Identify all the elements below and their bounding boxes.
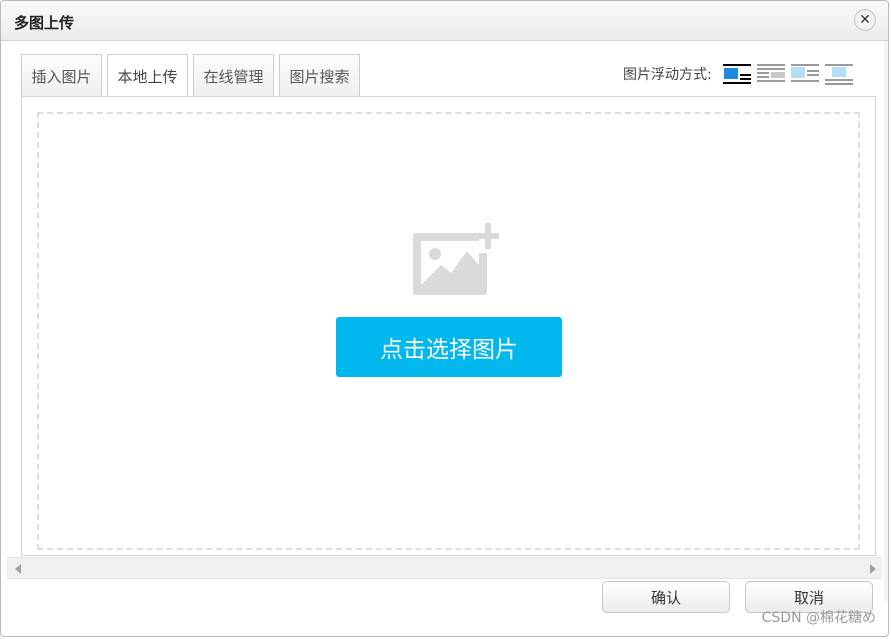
tab-online-manage[interactable]: 在线管理 bbox=[193, 54, 274, 97]
choose-images-label: 点击选择图片 bbox=[380, 337, 518, 363]
scroll-left-arrow-icon[interactable] bbox=[15, 564, 21, 574]
close-button[interactable]: ✕ bbox=[854, 9, 876, 31]
tab-label: 本地上传 bbox=[117, 68, 178, 86]
horizontal-scrollbar[interactable] bbox=[7, 557, 882, 579]
dialog-title: 多图上传 bbox=[14, 14, 75, 32]
upload-dropzone[interactable]: 点击选择图片 bbox=[37, 112, 860, 550]
vertical-scrollbar[interactable] bbox=[884, 41, 888, 601]
tab-label: 插入图片 bbox=[31, 67, 92, 86]
confirm-button[interactable]: 确认 bbox=[602, 581, 730, 613]
tab-label: 图片搜索 bbox=[289, 67, 350, 86]
scroll-right-arrow-icon[interactable] bbox=[870, 564, 876, 574]
confirm-label: 确认 bbox=[650, 588, 681, 607]
image-plus-icon bbox=[413, 221, 499, 295]
float-center-icon[interactable] bbox=[824, 63, 853, 85]
close-icon: ✕ bbox=[859, 12, 871, 28]
tab-label: 在线管理 bbox=[203, 67, 264, 86]
image-float-options: 图片浮动方式: bbox=[623, 63, 859, 85]
tab-image-search[interactable]: 图片搜索 bbox=[279, 54, 360, 97]
float-label: 图片浮动方式: bbox=[623, 67, 712, 83]
local-upload-panel: 点击选择图片 bbox=[21, 96, 876, 556]
float-left-icon[interactable] bbox=[756, 63, 785, 85]
dialog-titlebar[interactable]: 多图上传 ✕ bbox=[1, 1, 888, 41]
float-right-icon[interactable] bbox=[790, 63, 819, 85]
upload-dialog: 多图上传 ✕ 插入图片 本地上传 在线管理 图片搜索 图片浮动方式: 点击选择图… bbox=[0, 0, 889, 637]
choose-images-button[interactable]: 点击选择图片 bbox=[336, 317, 562, 377]
watermark: CSDN @棉花糖め bbox=[761, 610, 876, 626]
float-none-icon[interactable] bbox=[722, 63, 751, 85]
cancel-label: 取消 bbox=[793, 588, 824, 607]
tab-insert-image[interactable]: 插入图片 bbox=[21, 54, 102, 97]
tab-local-upload[interactable]: 本地上传 bbox=[107, 54, 188, 98]
